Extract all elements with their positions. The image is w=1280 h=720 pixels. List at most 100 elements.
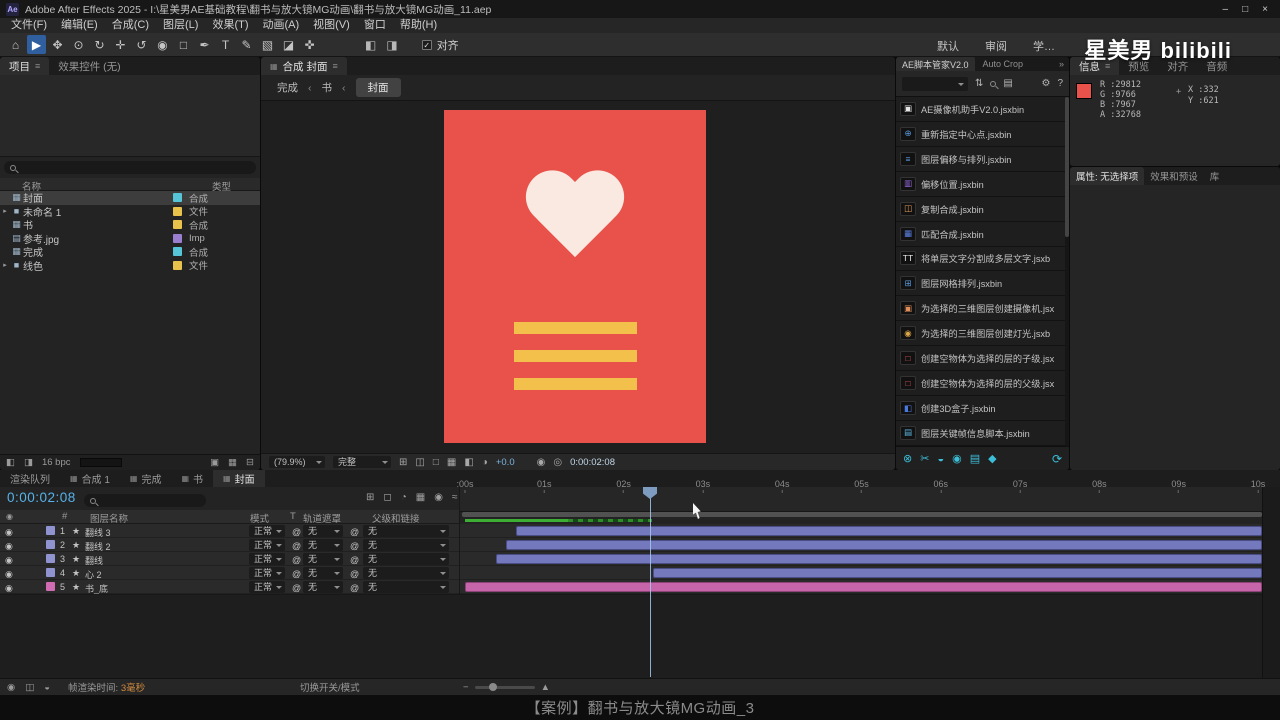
- motion-blur-icon[interactable]: ◉: [434, 492, 443, 503]
- viewer-canvas[interactable]: [261, 101, 895, 453]
- workspace-learn[interactable]: 学…: [1033, 38, 1055, 54]
- trkmat-select[interactable]: 无: [303, 553, 343, 565]
- close-button[interactable]: ×: [1262, 4, 1268, 15]
- zoom-tool[interactable]: ⊙: [69, 35, 88, 54]
- shape-tool[interactable]: □: [174, 35, 193, 54]
- blend-mode-select[interactable]: 正常: [249, 525, 285, 537]
- pickwhip-icon[interactable]: @: [292, 555, 301, 565]
- frame-blending-icon[interactable]: ▦: [416, 492, 425, 503]
- script-item[interactable]: ▣ 为选择的三维图层创建摄像机.jsx: [896, 296, 1065, 321]
- menu-item[interactable]: 文件(F): [4, 18, 54, 33]
- new-folder-icon[interactable]: ▣: [210, 457, 219, 468]
- tab-script-manager[interactable]: AE脚本管家V2.0: [896, 57, 975, 71]
- current-time-display[interactable]: 0:00:02:08: [7, 490, 76, 505]
- snap-checkbox[interactable]: ✓: [422, 40, 432, 50]
- list-tool-icon[interactable]: ▤: [970, 452, 980, 465]
- zoom-out-icon[interactable]: −: [463, 682, 469, 693]
- search-icon[interactable]: [990, 81, 996, 87]
- script-item[interactable]: ◫ 复制合成.jsxbin: [896, 197, 1065, 222]
- label-color-chip[interactable]: [46, 554, 55, 563]
- eye-icon[interactable]: ◉: [5, 541, 13, 552]
- menu-item[interactable]: 效果(T): [205, 18, 255, 33]
- pen-tool[interactable]: ✒: [195, 35, 214, 54]
- pickwhip-icon[interactable]: @: [350, 541, 359, 551]
- tab-libraries[interactable]: 库: [1204, 167, 1226, 185]
- crumb-finish[interactable]: 完成: [277, 80, 298, 95]
- column-parent[interactable]: 父级和链接: [372, 511, 420, 525]
- layer-bar-3[interactable]: [496, 554, 1262, 564]
- cut-tool-icon[interactable]: ✂: [920, 452, 929, 465]
- grid-guides-icon[interactable]: ⊞: [399, 457, 407, 468]
- hand-tool[interactable]: ✥: [48, 35, 67, 54]
- script-item[interactable]: ▥ 偏移位置.jsxbin: [896, 172, 1065, 197]
- script-item[interactable]: TT 将单层文字分割成多层文字.jsxb: [896, 247, 1065, 272]
- pickwhip-icon[interactable]: @: [292, 527, 301, 537]
- trkmat-select[interactable]: 无: [303, 567, 343, 579]
- view-tool-icon[interactable]: ◉: [952, 452, 962, 465]
- pickwhip-icon[interactable]: @: [292, 541, 301, 551]
- tab-overflow-icon[interactable]: »: [1059, 59, 1069, 69]
- menu-item[interactable]: 帮助(H): [393, 18, 444, 33]
- workspace-default[interactable]: 默认: [937, 38, 959, 54]
- project-settings-icon[interactable]: ◨: [24, 457, 33, 468]
- label-color-chip[interactable]: [173, 193, 182, 202]
- panel-menu-icon[interactable]: ≡: [35, 61, 40, 71]
- script-category-select[interactable]: [902, 77, 968, 91]
- pickwhip-icon[interactable]: @: [350, 583, 359, 593]
- timeline-zoom-slider[interactable]: [475, 686, 535, 689]
- script-scrollbar[interactable]: [1065, 97, 1069, 446]
- region-of-interest-icon[interactable]: □: [433, 457, 439, 468]
- twirl-icon[interactable]: ▸: [0, 261, 10, 269]
- exposure-icon[interactable]: ◑: [482, 457, 488, 468]
- 书[interactable]: ▦ 书 合成: [0, 218, 260, 232]
- home-button[interactable]: ⌂: [6, 35, 25, 54]
- label-color-chip[interactable]: [46, 540, 55, 549]
- pickwhip-icon[interactable]: @: [350, 527, 359, 537]
- playhead-line[interactable]: [650, 487, 651, 677]
- trkmat-select[interactable]: 无: [303, 581, 343, 593]
- trkmat-select[interactable]: 无: [303, 539, 343, 551]
- snapshot-icon[interactable]: ◉: [537, 457, 546, 468]
- pickwhip-icon[interactable]: @: [292, 583, 301, 593]
- viewer-timecode[interactable]: 0:00:02:08: [570, 457, 615, 468]
- swap-icon[interactable]: ⇅: [975, 78, 983, 89]
- type-tool[interactable]: T: [216, 35, 235, 54]
- pixel-aspect-icon[interactable]: ◧: [464, 457, 473, 468]
- transparency-grid-icon[interactable]: ▦: [447, 457, 456, 468]
- layer-bar-1[interactable]: [516, 526, 1262, 536]
- tab-effect-controls[interactable]: 效果控件 (无): [49, 57, 129, 75]
- tab-project[interactable]: 项目 ≡: [0, 57, 49, 75]
- blend-mode-select[interactable]: 正常: [249, 581, 285, 593]
- brush-tool[interactable]: ✎: [237, 35, 256, 54]
- 未命名 1[interactable]: ▸ ■ 未命名 1 文件: [0, 205, 260, 219]
- script-item[interactable]: ▦ 匹配合成.jsxbin: [896, 222, 1065, 247]
- panel-menu-icon[interactable]: ≡: [332, 61, 337, 71]
- help-icon[interactable]: ?: [1057, 78, 1063, 89]
- tab-effects-presets[interactable]: 效果和预设: [1144, 167, 1204, 185]
- new-composition-icon[interactable]: ▦: [228, 457, 237, 468]
- quality-icon[interactable]: ◒: [44, 682, 50, 693]
- magnification-select[interactable]: (79.9%): [269, 456, 325, 468]
- script-item[interactable]: ⊞ 图层网格排列.jsxbin: [896, 271, 1065, 296]
- orbit-camera-tool[interactable]: ↻: [90, 35, 109, 54]
- workspace-review[interactable]: 审阅: [985, 38, 1007, 54]
- label-color-chip[interactable]: [173, 247, 182, 256]
- graph-editor-icon[interactable]: ≈: [452, 492, 458, 503]
- draft-mode-icon[interactable]: ◫: [25, 682, 34, 693]
- rotation-tool[interactable]: ↺: [132, 35, 151, 54]
- align-mode-icon[interactable]: ◨: [386, 38, 397, 52]
- parent-select[interactable]: 无: [363, 581, 449, 593]
- parent-select[interactable]: 无: [363, 567, 449, 579]
- label-color-chip[interactable]: [46, 526, 55, 535]
- timeline-tab[interactable]: 渲染队列: [0, 470, 60, 487]
- shy-layers-icon[interactable]: ◔: [401, 492, 407, 503]
- menu-item[interactable]: 动画(A): [256, 18, 307, 33]
- eraser-tool[interactable]: ◪: [279, 35, 298, 54]
- blend-mode-select[interactable]: 正常: [249, 553, 285, 565]
- zoom-in-icon[interactable]: ▲: [541, 682, 550, 693]
- script-item[interactable]: ≡ 图层偏移与排列.jsxbin: [896, 147, 1065, 172]
- twirl-icon[interactable]: ▸: [0, 207, 10, 215]
- bpc-label[interactable]: 16 bpc: [42, 457, 71, 468]
- 完成[interactable]: ▦ 完成 合成: [0, 245, 260, 259]
- pickwhip-icon[interactable]: @: [350, 569, 359, 579]
